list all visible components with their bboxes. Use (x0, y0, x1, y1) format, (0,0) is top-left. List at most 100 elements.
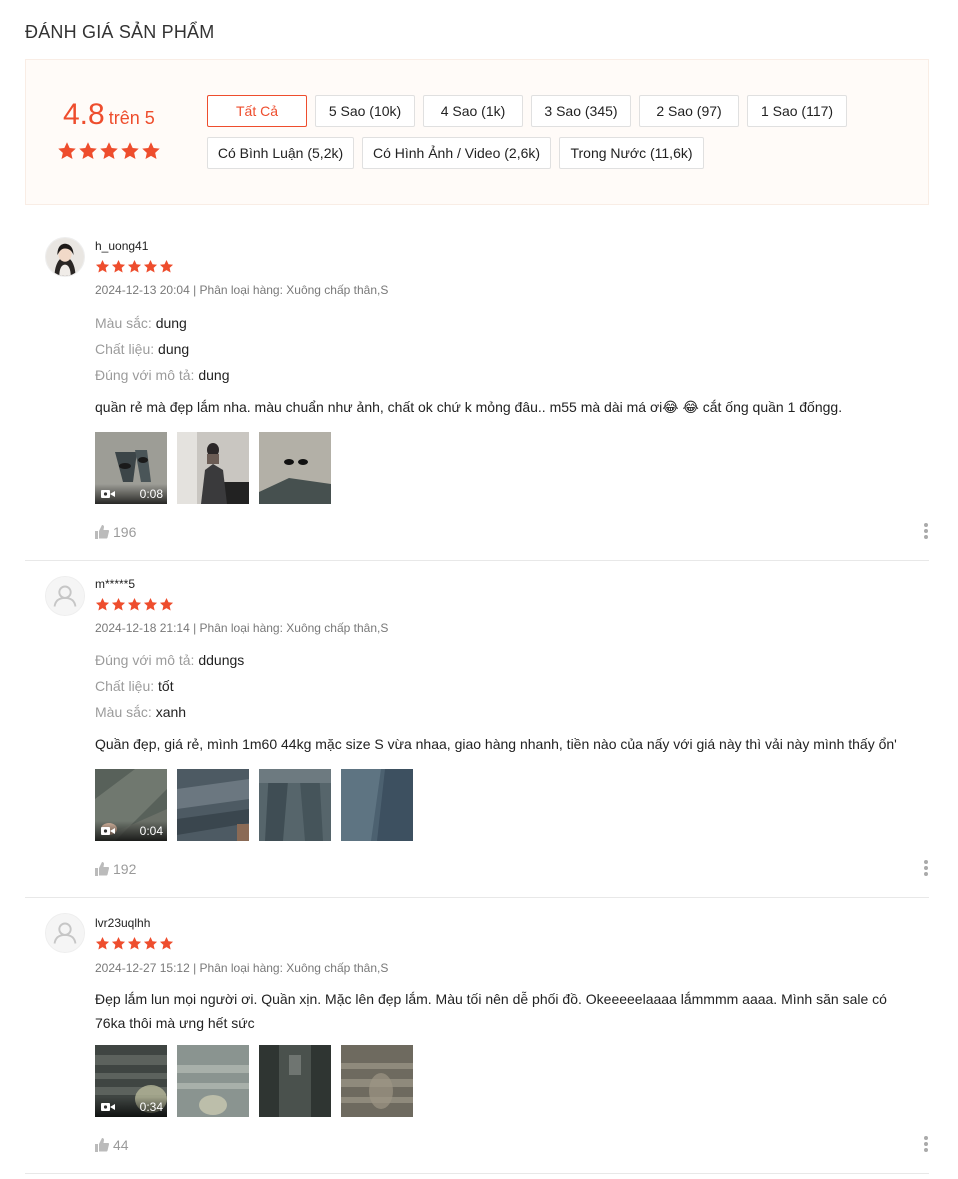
filter-domestic[interactable]: Trong Nước (11,6k) (559, 137, 704, 169)
review-attribute: Đúng với mô tả: ddungs (95, 652, 244, 668)
review-media: 0:08 (95, 432, 331, 504)
review-item: h_uong41 2024-12-13 20:04 | Phân loại hà… (25, 220, 929, 561)
more-options-icon[interactable] (923, 860, 929, 876)
attribute-key: Màu sắc: (95, 315, 152, 331)
more-options-icon[interactable] (923, 523, 929, 539)
user-photo-avatar-icon (46, 238, 84, 276)
rating-overview: 4.8 trên 5 Tất Cả 5 Sao (10k) 4 Sao (1k) … (25, 59, 929, 205)
review-meta: 2024-12-27 15:12 | Phân loại hàng: Xuông… (95, 961, 389, 975)
default-user-icon (46, 914, 84, 952)
filter-3-star[interactable]: 3 Sao (345) (531, 95, 631, 127)
like-button[interactable]: 196 (95, 524, 136, 540)
star-icon (95, 597, 110, 611)
like-count: 44 (113, 1137, 129, 1153)
review-comment: Đẹp lắm lun mọi người ơi. Quần xịn. Mặc … (95, 991, 887, 1031)
review-photo-icon (259, 769, 331, 841)
review-meta: 2024-12-13 20:04 | Phân loại hàng: Xuông… (95, 283, 389, 297)
default-user-icon (46, 577, 84, 615)
filter-5-star[interactable]: 5 Sao (10k) (315, 95, 415, 127)
video-duration: 0:08 (139, 487, 163, 501)
avatar[interactable] (45, 576, 85, 616)
video-camera-icon (101, 490, 115, 498)
review-stars (95, 936, 174, 951)
star-icon (79, 142, 97, 159)
review-image-thumbnail[interactable] (177, 1045, 249, 1117)
like-button[interactable]: 192 (95, 861, 136, 877)
star-icon (159, 597, 174, 611)
video-duration-bar: 0:04 (95, 821, 167, 841)
attribute-key: Đúng với mô tả: (95, 367, 195, 383)
star-icon (95, 259, 110, 273)
thumbs-up-icon (95, 1138, 109, 1152)
review-image-thumbnail[interactable] (177, 769, 249, 841)
attribute-value: ddungs (198, 652, 245, 668)
review-image-thumbnail[interactable] (259, 432, 331, 504)
attribute-value: dung (155, 315, 187, 331)
rating-score-value: 4.8 (63, 98, 105, 131)
star-icon (143, 597, 158, 611)
star-icon (143, 936, 158, 950)
review-item: lvr23uqlhh 2024-12-27 15:12 | Phân loại … (25, 898, 929, 1174)
thumbs-up-icon (95, 862, 109, 876)
review-username[interactable]: m*****5 (95, 577, 135, 591)
filter-all[interactable]: Tất Cả (207, 95, 307, 127)
review-image-thumbnail[interactable] (341, 1045, 413, 1117)
attribute-value: dung (158, 341, 190, 357)
filter-4-star[interactable]: 4 Sao (1k) (423, 95, 523, 127)
star-icon (159, 936, 174, 950)
review-attribute: Màu sắc: xanh (95, 704, 186, 720)
attribute-key: Chất liệu: (95, 341, 155, 357)
section-title: ĐÁNH GIÁ SẢN PHẨM (25, 22, 215, 42)
review-attribute: Màu sắc: dung (95, 315, 187, 331)
review-stars (95, 259, 174, 274)
video-duration: 0:34 (139, 1100, 163, 1114)
review-photo-icon (177, 769, 249, 841)
filter-with-comments[interactable]: Có Bình Luận (5,2k) (207, 137, 354, 169)
star-icon (111, 936, 126, 950)
more-options-icon[interactable] (923, 1136, 929, 1152)
review-photo-icon (341, 769, 413, 841)
attribute-key: Chất liệu: (95, 678, 155, 694)
rating-score-out-of: trên 5 (108, 108, 155, 128)
attribute-key: Đúng với mô tả: (95, 652, 195, 668)
star-icon (159, 259, 174, 273)
star-icon (58, 142, 76, 159)
avatar[interactable] (45, 237, 85, 277)
video-camera-icon (101, 1103, 115, 1111)
star-icon (111, 597, 126, 611)
review-photo-icon (259, 1045, 331, 1117)
video-duration-bar: 0:08 (95, 484, 167, 504)
star-icon (111, 259, 126, 273)
attribute-value: tốt (158, 678, 174, 694)
like-count: 196 (113, 524, 137, 540)
rating-stars (57, 141, 161, 161)
review-photo-icon (341, 1045, 413, 1117)
filter-2-star[interactable]: 2 Sao (97) (639, 95, 739, 127)
like-button[interactable]: 44 (95, 1137, 129, 1153)
star-icon (142, 142, 160, 159)
review-video-thumbnail[interactable]: 0:34 (95, 1045, 167, 1117)
review-comment: Quần đẹp, giá rẻ, mình 1m60 44kg mặc siz… (95, 736, 897, 752)
filter-1-star[interactable]: 1 Sao (117) (747, 95, 847, 127)
star-icon (95, 936, 110, 950)
filter-with-media[interactable]: Có Hình Ảnh / Video (2,6k) (362, 137, 551, 169)
rating-score: 4.8 trên 5 (63, 98, 155, 132)
review-image-thumbnail[interactable] (259, 1045, 331, 1117)
review-photo-icon (177, 1045, 249, 1117)
review-image-thumbnail[interactable] (341, 769, 413, 841)
star-icon (127, 259, 142, 273)
review-media: 0:04 (95, 769, 413, 841)
review-image-thumbnail[interactable] (177, 432, 249, 504)
star-icon (127, 936, 142, 950)
review-meta: 2024-12-18 21:14 | Phân loại hàng: Xuông… (95, 621, 389, 635)
avatar[interactable] (45, 913, 85, 953)
review-username[interactable]: h_uong41 (95, 239, 148, 253)
review-video-thumbnail[interactable]: 0:04 (95, 769, 167, 841)
star-icon (143, 259, 158, 273)
video-duration: 0:04 (139, 824, 163, 838)
attribute-key: Màu sắc: (95, 704, 152, 720)
like-count: 192 (113, 861, 137, 877)
review-image-thumbnail[interactable] (259, 769, 331, 841)
review-video-thumbnail[interactable]: 0:08 (95, 432, 167, 504)
review-username[interactable]: lvr23uqlhh (95, 916, 150, 930)
